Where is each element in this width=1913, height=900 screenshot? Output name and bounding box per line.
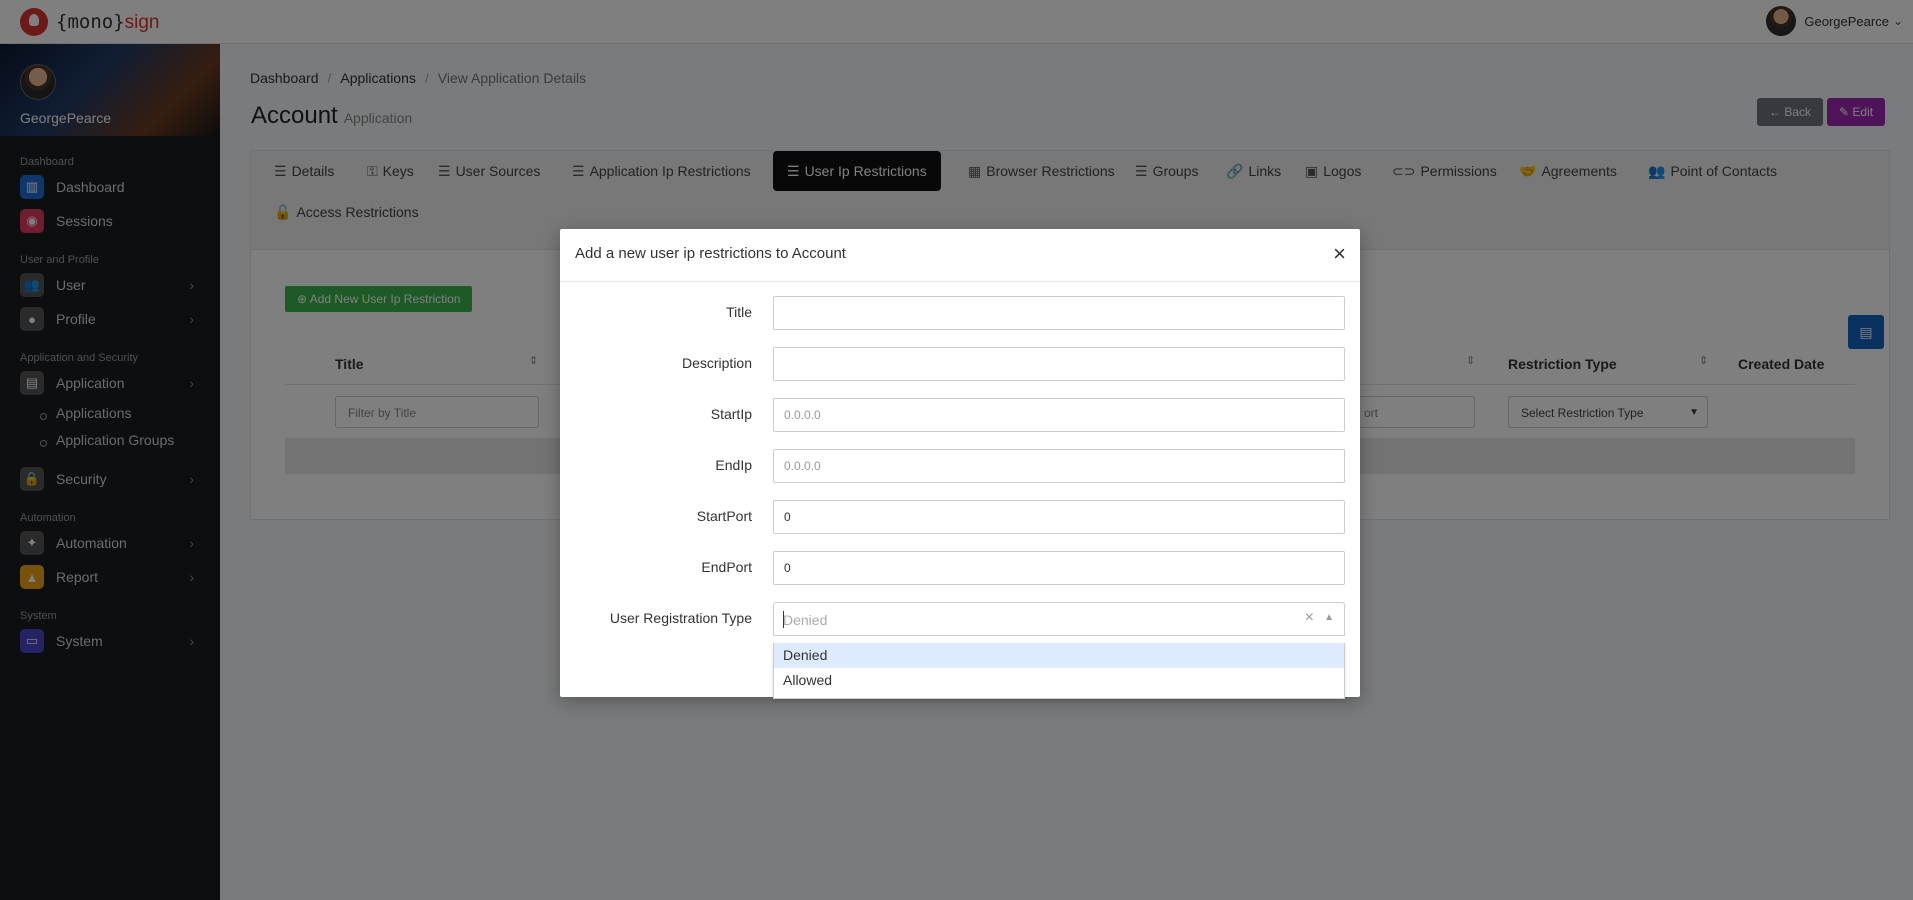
title-input[interactable] (773, 296, 1345, 330)
form-row-start-port: StartPort (560, 500, 1360, 534)
end-port-label: EndPort (701, 559, 752, 575)
registration-type-select[interactable]: Denied × ▲ (773, 602, 1345, 636)
form-row-title: Title (560, 296, 1360, 330)
close-icon[interactable]: × (1333, 241, 1346, 267)
clear-icon[interactable]: × (1305, 609, 1314, 627)
end-port-input[interactable] (773, 551, 1345, 585)
caret-up-icon[interactable]: ▲ (1324, 612, 1334, 623)
registration-type-placeholder: Denied (783, 612, 828, 628)
option-allowed[interactable]: Allowed (774, 668, 1344, 693)
option-denied[interactable]: Denied (774, 643, 1344, 668)
description-input[interactable] (773, 347, 1345, 381)
form-row-registration-type: User Registration Type Denied × ▲ (560, 602, 1360, 636)
form-row-start-ip: StartIp (560, 398, 1360, 432)
form-row-end-port: EndPort (560, 551, 1360, 585)
start-ip-input[interactable] (773, 398, 1345, 432)
title-label: Title (726, 304, 752, 320)
start-port-input[interactable] (773, 500, 1345, 534)
form-row-description: Description (560, 347, 1360, 381)
registration-type-options: Denied Allowed (773, 643, 1345, 699)
start-port-label: StartPort (696, 508, 752, 524)
add-user-ip-restriction-modal: Add a new user ip restrictions to Accoun… (560, 229, 1360, 697)
form-row-end-ip: EndIp (560, 449, 1360, 483)
start-ip-label: StartIp (710, 406, 752, 422)
end-ip-label: EndIp (715, 457, 752, 473)
description-label: Description (681, 355, 752, 371)
registration-type-label: User Registration Type (609, 610, 752, 626)
modal-header: Add a new user ip restrictions to Accoun… (560, 229, 1360, 282)
end-ip-input[interactable] (773, 449, 1345, 483)
modal-title: Add a new user ip restrictions to Accoun… (575, 245, 846, 262)
